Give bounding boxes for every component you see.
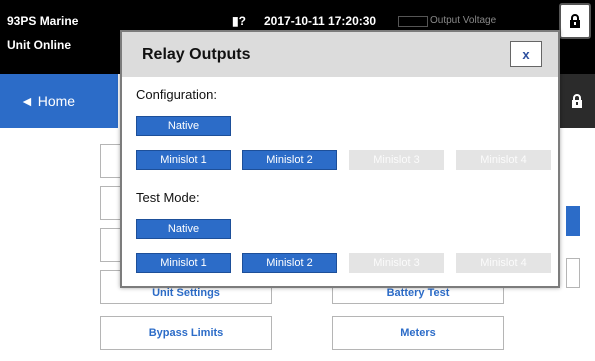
lock-icon[interactable] xyxy=(559,3,591,39)
side-tab-active[interactable] xyxy=(566,206,580,236)
configuration-label: Configuration: xyxy=(136,87,217,102)
unit-status: Unit Online xyxy=(7,38,71,52)
unit-name: 93PS Marine xyxy=(7,14,79,28)
bypass-limits-button[interactable]: Bypass Limits xyxy=(100,316,272,350)
battery-icon: ▮? xyxy=(232,14,246,28)
relay-outputs-dialog: Relay Outputs x Configuration: Native Mi… xyxy=(120,30,560,288)
lock-icon-glyph xyxy=(572,94,582,108)
config-minislot-2-button[interactable]: Minislot 2 xyxy=(242,150,337,170)
dialog-header: Relay Outputs x xyxy=(122,32,558,77)
datetime: 2017-10-11 17:20:30 xyxy=(264,14,377,28)
test-native-button[interactable]: Native xyxy=(136,219,231,239)
config-minislot-4-button[interactable]: Minislot 4 xyxy=(456,150,551,170)
output-indicator xyxy=(398,16,428,27)
close-button[interactable]: x xyxy=(510,41,542,67)
lock-icon[interactable] xyxy=(559,74,595,128)
side-tab[interactable] xyxy=(566,258,580,288)
test-minislot-3-button[interactable]: Minislot 3 xyxy=(349,253,444,273)
meters-button[interactable]: Meters xyxy=(332,316,504,350)
config-minislot-3-button[interactable]: Minislot 3 xyxy=(349,150,444,170)
output-label: Output Voltage xyxy=(430,15,497,26)
home-button[interactable]: ◄ Home xyxy=(0,74,118,128)
test-minislot-4-button[interactable]: Minislot 4 xyxy=(456,253,551,273)
config-minislot-1-button[interactable]: Minislot 1 xyxy=(136,150,231,170)
test-minislot-1-button[interactable]: Minislot 1 xyxy=(136,253,231,273)
config-native-button[interactable]: Native xyxy=(136,116,231,136)
test-mode-label: Test Mode: xyxy=(136,190,200,205)
test-minislot-2-button[interactable]: Minislot 2 xyxy=(242,253,337,273)
dialog-title: Relay Outputs xyxy=(142,46,251,63)
lock-icon-glyph xyxy=(570,14,580,28)
